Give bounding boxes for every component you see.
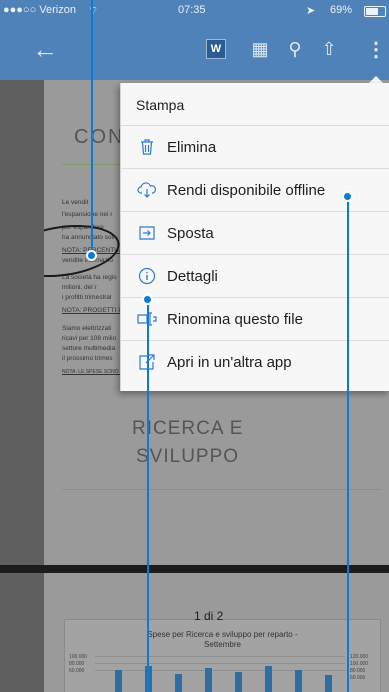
menu-item-label: Apri in un'altra app — [167, 354, 292, 371]
tick-label: 120.000 — [350, 654, 369, 660]
doc-line: settore multimedia — [62, 345, 116, 352]
chart-bar — [295, 670, 302, 692]
annotation-line — [147, 300, 149, 692]
annotation-marker — [86, 250, 97, 261]
doc-line: Le vendit — [62, 199, 89, 206]
tick-label: 100.000 — [69, 654, 88, 660]
menu-item-delete[interactable]: Elimina — [121, 126, 389, 169]
grid-icon[interactable]: ▦ — [248, 36, 272, 62]
carrier-label: ●●●○○ Verizon — [3, 4, 76, 16]
chart-bar — [235, 672, 242, 692]
menu-item-label: Stampa — [136, 97, 185, 113]
doc-line: l'espansione nei r — [62, 211, 113, 218]
section-title-line2: SVILUPPO — [136, 446, 240, 467]
menu-item-print[interactable]: Stampa — [121, 83, 389, 126]
menu-item-label: Rendi disponibile offline — [167, 182, 326, 199]
menu-item-label: Elimina — [167, 139, 217, 156]
location-icon: ➤ — [306, 5, 316, 17]
chart-title-line1: Spese per Ricerca e sviluppo per reparto… — [147, 630, 298, 639]
menu-item-label: Rinomina questo file — [167, 311, 303, 328]
annotation-line — [91, 0, 93, 256]
doc-line: i profitti trimestral — [62, 294, 112, 301]
word-label: W — [206, 39, 226, 59]
menu-item-label: Dettagli — [167, 268, 218, 285]
annotation-marker — [142, 294, 153, 305]
wifi-icon: ⌔ — [88, 5, 99, 17]
page-divider — [0, 565, 389, 573]
chart-bar — [205, 668, 212, 692]
chart-title: Spese per Ricerca e sviluppo per reparto… — [65, 630, 380, 650]
chart-title-line2: Settembre — [204, 640, 241, 649]
document-heading: CON — [74, 126, 125, 148]
tick-label: 60.000 — [350, 675, 366, 681]
arrow-left-icon[interactable]: ← — [30, 34, 60, 64]
page-indicator: 1 di 2 — [194, 609, 224, 623]
battery-icon — [364, 6, 386, 17]
tick-label: 80.000 — [350, 668, 366, 674]
tick-label: 100.000 — [350, 661, 369, 667]
cloud-download-icon — [137, 180, 157, 200]
more-vertical-icon[interactable]: ⋮ — [366, 36, 386, 62]
annotation-marker — [342, 191, 353, 202]
chart-bar — [175, 674, 182, 692]
grid-line — [95, 663, 345, 664]
section-rule — [62, 489, 382, 490]
doc-line: il prossimo trimes — [62, 355, 113, 362]
trash-icon — [137, 137, 157, 157]
menu-caret — [369, 76, 383, 83]
word-doc-icon[interactable]: W — [204, 36, 228, 62]
chart-bar — [265, 666, 272, 692]
doc-line: Siamo elettrizzati — [62, 325, 112, 332]
search-icon[interactable]: ⚲ — [283, 36, 307, 62]
share-icon[interactable]: ⇧ — [317, 36, 341, 62]
battery-percent: 69% — [330, 4, 353, 16]
doc-line: milioni, del r — [62, 284, 97, 291]
status-bar: ●●●○○ Verizon ⌔ 07:35 ➤ 69% — [0, 0, 389, 22]
chart-bar — [115, 670, 122, 692]
chart-bar — [325, 675, 332, 692]
tick-label: 60.000 — [69, 668, 85, 674]
grid-line — [95, 656, 345, 657]
info-icon — [137, 266, 157, 286]
move-icon — [137, 223, 157, 243]
tick-label: 80.000 — [69, 661, 85, 667]
doc-line: ricavi per 108 milio — [62, 335, 117, 342]
app-toolbar: ← W ▦ ⚲ ⇧ ⋮ — [0, 22, 389, 80]
chart-frame: Spese per Ricerca e sviluppo per reparto… — [64, 619, 381, 692]
grid-line — [95, 670, 345, 671]
menu-item-label: Sposta — [167, 225, 214, 242]
clock: 07:35 — [178, 4, 206, 16]
chart-page[interactable]: Spese per Ricerca e sviluppo per reparto… — [44, 573, 389, 692]
annotation-line — [347, 197, 349, 692]
